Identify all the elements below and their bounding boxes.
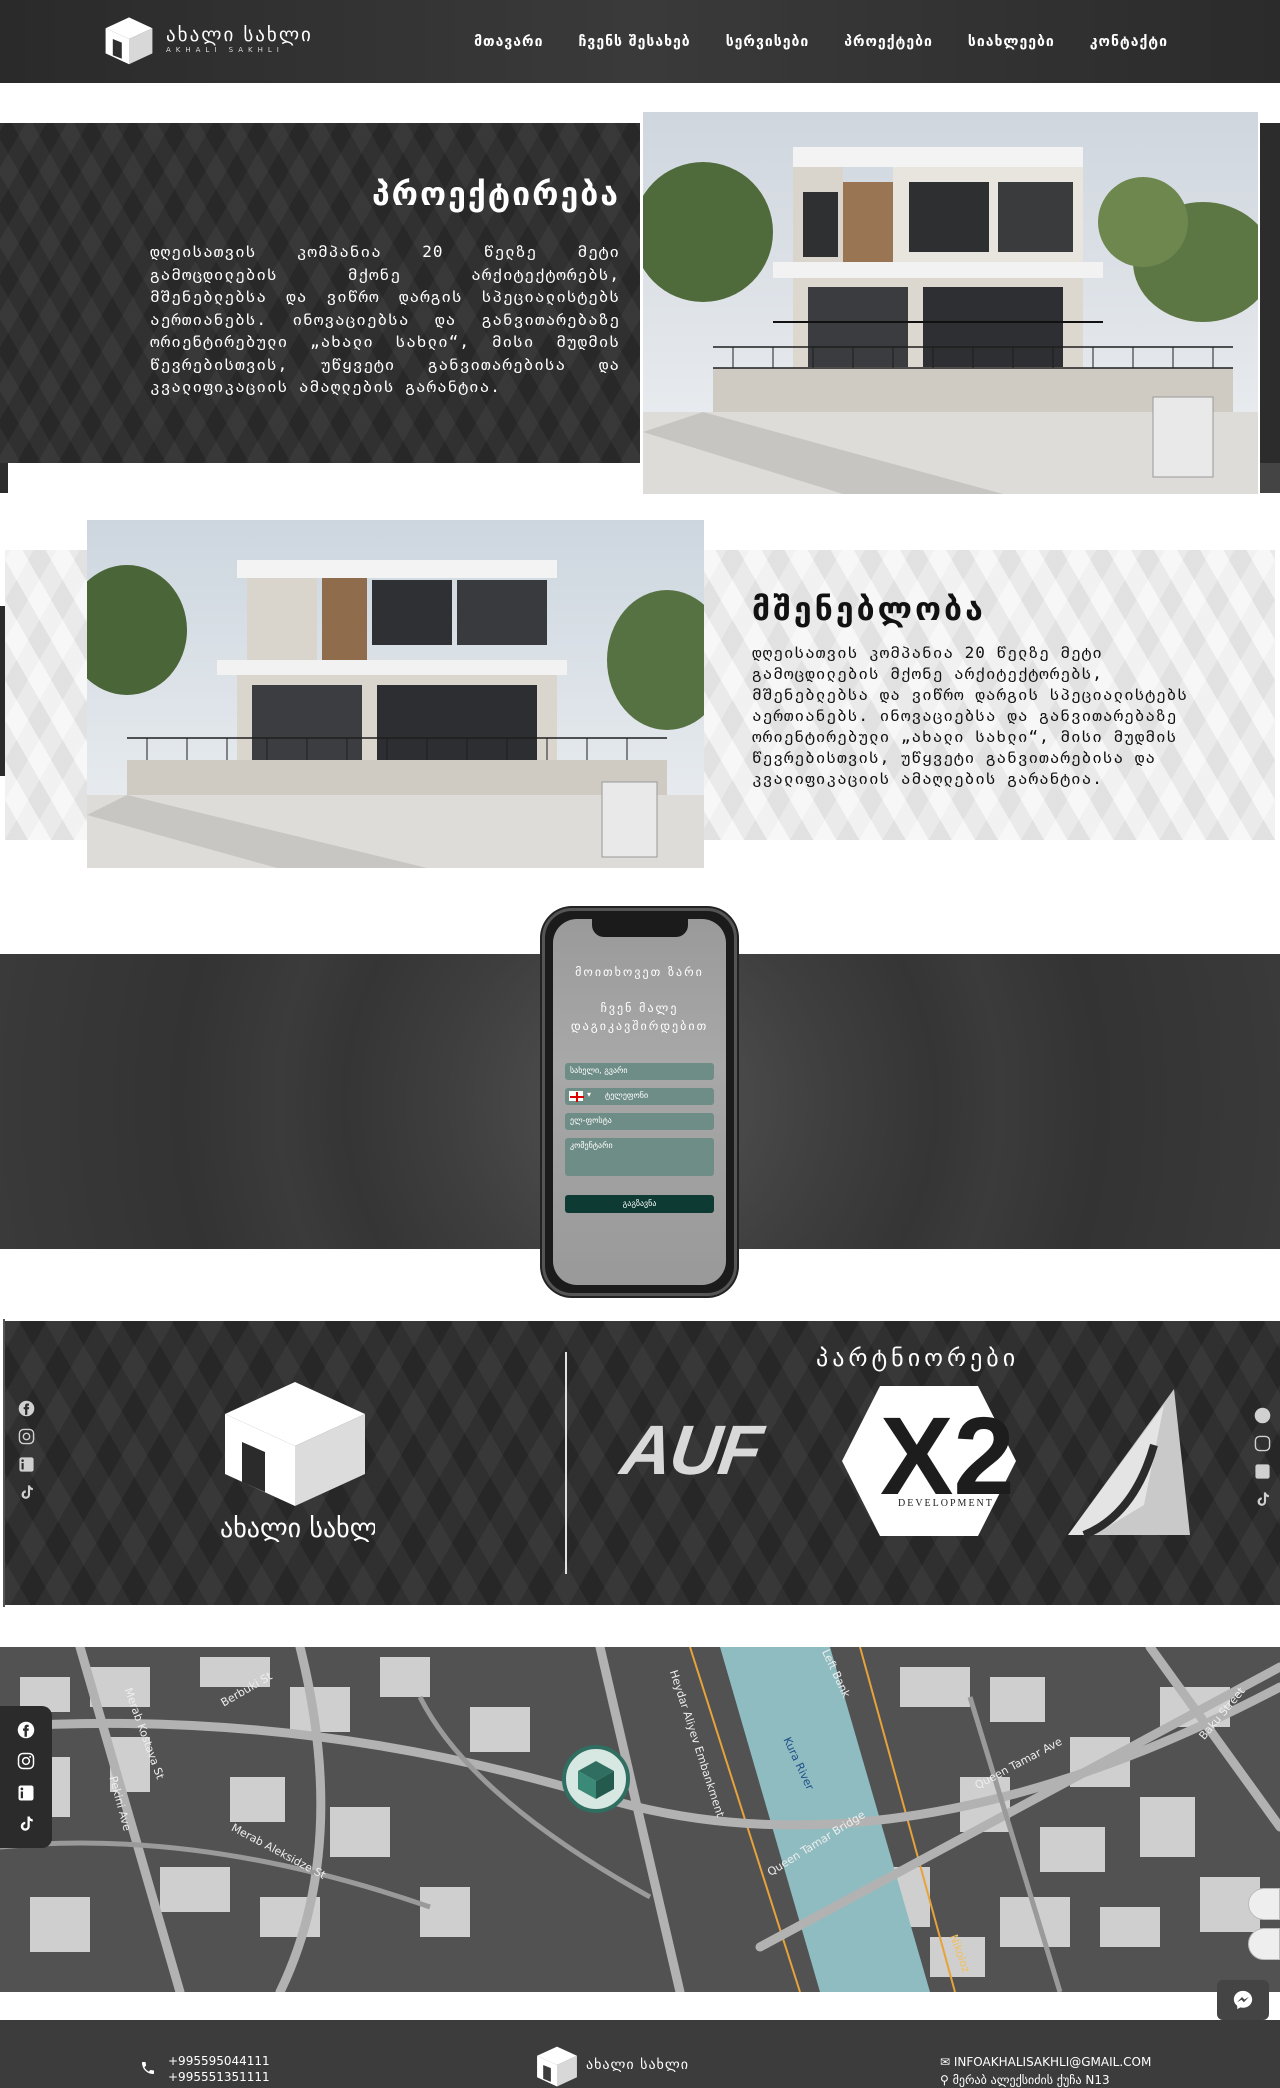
construction-text: დღეისათვის კომპანია 20 წელზე მეტი გამოცდ… [752,643,1188,788]
footer-phone-2[interactable]: +995551351111 [168,2069,270,2085]
submit-button[interactable]: გაგზავნა [565,1195,714,1213]
mail-icon: ✉ [940,2055,954,2069]
design-text: დღეისათვის კომპანია 20 წელზე მეტი გამოცდ… [150,242,620,396]
partners-title: პარტნიორები [816,1344,1020,1372]
messenger-icon [1233,1990,1253,2010]
tiktok-icon[interactable] [1254,1491,1271,1508]
phone-call-button[interactable] [1248,1888,1280,1920]
partner-auf-logo[interactable]: AUF [616,1410,766,1490]
instagram-icon[interactable] [1254,1435,1271,1452]
nav-about[interactable]: ჩვენს შესახებ [578,34,690,50]
phone-icon [142,2062,154,2074]
map-canvas[interactable] [0,1647,1280,1992]
footer-brand-name: ახალი სახლი [586,2057,690,2073]
partners-brand-logo: ახალი სახლი [220,1382,375,1542]
tiktok-icon[interactable] [16,1814,36,1834]
footer-address: მერაბ ალექსიძის ქუჩა N13 [952,2073,1110,2087]
design-edge-strip [1260,123,1280,463]
instagram-icon[interactable] [18,1428,35,1445]
facebook-icon[interactable] [18,1400,35,1417]
social-sidebar-lower [0,1706,52,1848]
brand-name: ახალი სახლი [166,24,313,46]
construction-house-image [87,520,704,868]
phone-placeholder: ტელეფონი [605,1091,649,1100]
logo-cube-icon [537,2046,577,2087]
phone-notch [591,919,688,937]
partner-x2-logo[interactable]: X2 DEVELOPMENT [840,1382,1018,1540]
email-field[interactable]: ელ-ფოსტა [565,1113,714,1130]
footer-contacts: ✉ INFOAKHALISAKHLI@GMAIL.COM ⚲ მერაბ ალე… [940,2053,1151,2088]
nav-home[interactable]: მთავარი [474,34,543,50]
partner-x2-sub: DEVELOPMENT [898,1498,994,1509]
nav-news[interactable]: სიახლეები [968,34,1055,50]
brand-wordmark: ახალი სახლი AKHALI SAKHLI [166,24,313,54]
callback-title: მოითხოვეთ ზარი [575,965,704,979]
instagram-icon[interactable] [16,1751,36,1771]
partners-social-left [18,1400,35,1501]
phone-field[interactable]: ▾ ტელეფონი [565,1088,714,1105]
chevron-down-icon[interactable]: ▾ [587,1090,591,1099]
whatsapp-button[interactable] [1248,1928,1280,1960]
flag-georgia-icon[interactable] [569,1091,584,1102]
footer-email[interactable]: INFOAKHALISAKHLI@GMAIL.COM [954,2055,1151,2069]
site-header: ახალი სახლი AKHALI SAKHLI მთავარი ჩვენს … [0,0,1280,83]
partners-social-right [1254,1407,1271,1508]
messenger-button[interactable] [1217,1980,1269,2020]
phone-screen: მოითხოვეთ ზარი ჩვენ მალე დაგიკავშირდებით… [553,919,726,1285]
construction-title: მშენებლობა [752,590,986,628]
design-edge-strip-lower [1260,463,1280,493]
name-field[interactable]: სახელი, გვარი [565,1063,714,1080]
design-panel-accent [0,463,8,493]
linkedin-icon[interactable] [18,1456,35,1473]
brand-subname: AKHALI SAKHLI [166,46,284,54]
partner-sail-logo[interactable] [1064,1385,1190,1541]
partners-divider [565,1352,567,1574]
footer-phones: +995595044111 +995551351111 [168,2053,270,2085]
location-map[interactable]: Merab Kostava St Berbuki St Pekini Ave M… [0,1647,1280,1992]
design-title: პროექტირება [371,175,620,213]
nav-projects[interactable]: პროექტები [844,34,933,50]
location-pin-icon: ⚲ [940,2073,953,2087]
nav-services[interactable]: სერვისები [726,34,810,50]
partners-brand-name: ახალი სახლი [220,1514,375,1542]
brand-logo[interactable]: ახალი სახლი AKHALI SAKHLI [102,12,313,66]
design-panel: პროექტირება დღეისათვის კომპანია 20 წელზე… [0,123,640,463]
comment-field[interactable]: კომენტარი [565,1138,714,1176]
linkedin-icon[interactable] [1254,1463,1271,1480]
facebook-icon[interactable] [16,1720,36,1740]
logo-cube-icon [105,17,153,65]
nav-contact[interactable]: კონტაქტი [1090,34,1168,50]
callback-subtitle: ჩვენ მალე დაგიკავშირდებით [570,1001,709,1033]
facebook-icon[interactable] [1254,1407,1271,1424]
phone-mockup: მოითხოვეთ ზარი ჩვენ მალე დაგიკავშირდებით… [542,908,737,1296]
main-nav: მთავარი ჩვენს შესახებ სერვისები პროექტებ… [474,0,1168,83]
linkedin-icon[interactable] [16,1783,36,1803]
tiktok-icon[interactable] [18,1484,35,1501]
design-house-image [643,112,1258,494]
footer-phone-1[interactable]: +995595044111 [168,2053,270,2069]
footer-logo[interactable]: ახალი სახლი [534,2042,689,2088]
